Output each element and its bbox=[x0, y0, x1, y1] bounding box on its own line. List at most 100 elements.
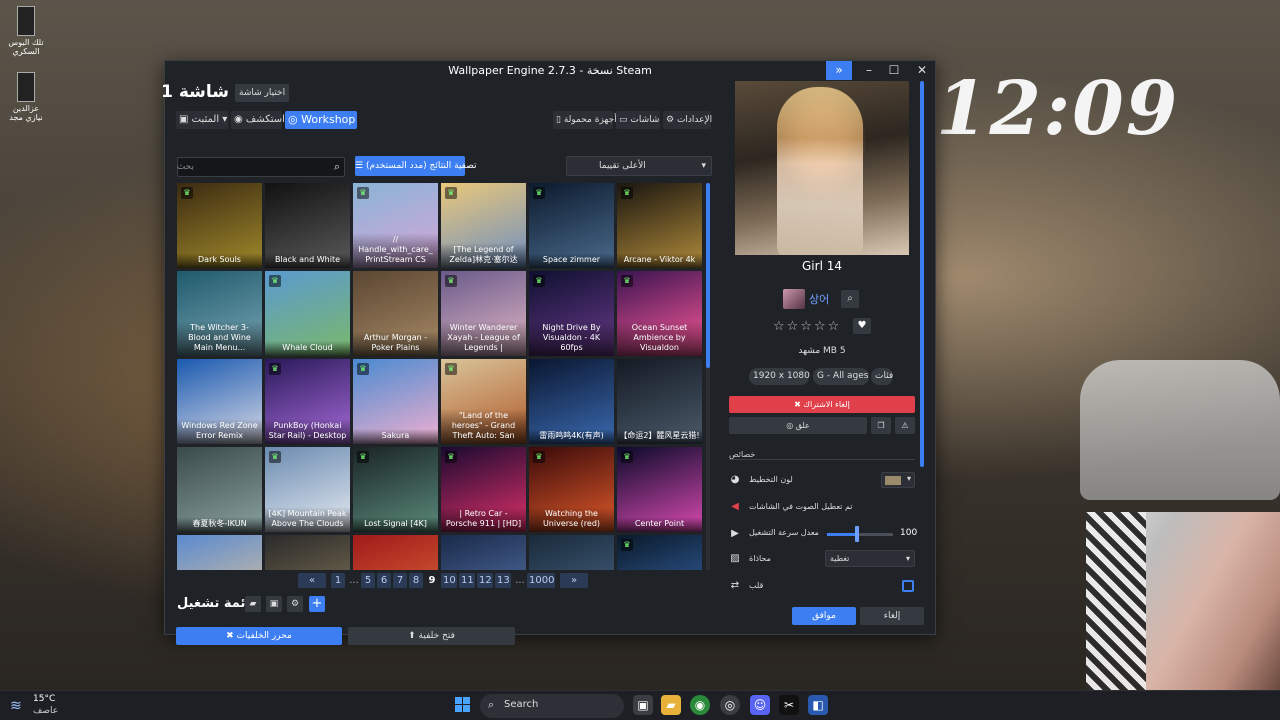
desktop-icon-1[interactable]: تلك البوس السكري bbox=[6, 6, 46, 57]
playlist-save-button[interactable]: ▣ bbox=[266, 596, 282, 612]
playlist-open-button[interactable]: ▰ bbox=[245, 596, 261, 612]
playlist-settings-button[interactable]: ⚙ bbox=[287, 596, 303, 612]
wallpaper-tile[interactable]: ♛ Watching the Universe (red) bbox=[529, 447, 614, 532]
page-number-button[interactable]: 5 bbox=[361, 573, 375, 588]
wallpaper-tile[interactable]: ♛ PunkBoy (Honkai Star Rail) - Desktop bbox=[265, 359, 350, 444]
wallpaper-tile[interactable]: Windows Red Zone Error Remix bbox=[177, 359, 262, 444]
wallpaper-tile[interactable]: ♛ [4K] Mountain Peak Above The Clouds bbox=[265, 447, 350, 532]
tab-installed[interactable]: ▣ المثبت ▾ bbox=[176, 111, 228, 129]
wallpaper-tile[interactable]: 雷雨鸣鸣4K(有声) bbox=[529, 359, 614, 444]
page-next-button[interactable]: » bbox=[560, 573, 588, 588]
wallpaper-tile[interactable]: ♛ Lost Signal [4K] bbox=[353, 447, 438, 532]
wallpaper-tile[interactable] bbox=[265, 535, 350, 570]
grid-scrollbar-thumb[interactable] bbox=[706, 183, 710, 368]
maximize-button[interactable]: ☐ bbox=[882, 61, 906, 80]
wallpaper-tile[interactable]: ♛ [The Legend of Zelda]林克·塞尔达 bbox=[441, 183, 526, 268]
wallpaper-tile[interactable]: ♛ Dark Souls bbox=[177, 183, 262, 268]
sort-value: الأعلى تقييما bbox=[599, 161, 646, 171]
cancel-button[interactable]: إلغاء bbox=[860, 607, 924, 625]
file-explorer-icon[interactable]: ▰ bbox=[661, 695, 681, 715]
close-button[interactable]: ✕ bbox=[910, 61, 934, 80]
wallpaper-tile[interactable]: The Witcher 3- Blood and Wine Main Menu.… bbox=[177, 271, 262, 356]
alignment-select[interactable]: تغطية bbox=[825, 550, 915, 567]
minimize-button[interactable]: – bbox=[857, 61, 881, 80]
unsubscribe-button[interactable]: ✖ إلغاء الاشتراك bbox=[729, 396, 915, 413]
wallpaper-tile-title: | Retro Car - Porsche 911 | [HD] bbox=[441, 507, 526, 532]
wallpaper-tile[interactable]: ♛ Center Point bbox=[617, 447, 702, 532]
open-wallpaper-button[interactable]: ⬆ فتح خلفية bbox=[348, 627, 515, 645]
chrome-icon[interactable]: ◉ bbox=[690, 695, 710, 715]
playback-rate-slider-handle[interactable] bbox=[855, 526, 859, 542]
rating-stars[interactable]: ☆☆☆☆☆ bbox=[773, 319, 841, 334]
wallpaper-tile-title: Whale Cloud bbox=[265, 341, 350, 356]
page-number-button[interactable]: 6 bbox=[377, 573, 391, 588]
wallpaper-tile[interactable]: ♛ Arcane - Viktor 4k bbox=[617, 183, 702, 268]
page-number-button[interactable]: 9 bbox=[425, 573, 439, 588]
wallpaper-tile[interactable]: ♛ "Land of the heroes" - Grand Theft Auto… bbox=[441, 359, 526, 444]
favorite-button[interactable]: ♥ bbox=[853, 318, 871, 334]
playlist-add-button[interactable]: + bbox=[309, 596, 325, 612]
tab-workshop[interactable]: ◎ Workshop bbox=[285, 111, 357, 129]
details-scrollbar[interactable] bbox=[920, 81, 924, 467]
wallpaper-tile[interactable]: ♛ | Retro Car - Porsche 911 | [HD] bbox=[441, 447, 526, 532]
search-icon[interactable]: ⌕ bbox=[334, 160, 340, 174]
author-search-button[interactable]: ⌕ bbox=[841, 290, 859, 308]
collapse-panel-button[interactable]: » bbox=[826, 61, 852, 80]
screens-button[interactable]: ▭ شاشات bbox=[616, 111, 660, 129]
ok-button[interactable]: موافق bbox=[792, 607, 856, 625]
wallpaper-tile[interactable] bbox=[441, 535, 526, 570]
start-button[interactable] bbox=[455, 697, 471, 713]
search-input[interactable]: بحث bbox=[177, 162, 194, 172]
mobile-devices-button[interactable]: ▯ أجهزة محمولة bbox=[553, 111, 617, 129]
scheme-color-picker[interactable] bbox=[881, 472, 915, 488]
mobile-devices-label: أجهزة محمولة bbox=[563, 115, 617, 125]
wallpaper-tile[interactable]: ♛ // Handle_with_care_ PrintStream CS bbox=[353, 183, 438, 268]
wallpaper-tile[interactable]: 春夏秋冬-IKUN bbox=[177, 447, 262, 532]
wallpaper-tile[interactable]: Arthur Morgan - Poker Plains bbox=[353, 271, 438, 356]
wallpaper-tile[interactable]: 【命运2】麓风星云猎! bbox=[617, 359, 702, 444]
wallpaper-tile[interactable] bbox=[353, 535, 438, 570]
copy-button[interactable]: ❐ bbox=[871, 417, 891, 434]
wallpaper-tile[interactable]: ♛ Ocean Sunset Ambience by Visualdon bbox=[617, 271, 702, 356]
wallpaper-tile[interactable]: ♛ Winter Wanderer Xayah - League of Legen… bbox=[441, 271, 526, 356]
avatar[interactable] bbox=[783, 289, 805, 309]
wallpaper-tile[interactable] bbox=[529, 535, 614, 570]
wallpaper-tile-title: [The Legend of Zelda]林克·塞尔达 bbox=[441, 243, 526, 268]
author-name[interactable]: 상어 bbox=[809, 291, 829, 307]
task-view-icon[interactable]: ▣ bbox=[633, 695, 653, 715]
page-prev-button[interactable]: « bbox=[298, 573, 326, 588]
wallpaper-editor-button[interactable]: ✖ محرر الخلفيات bbox=[176, 627, 342, 645]
page-number-button[interactable]: 12 bbox=[477, 573, 493, 588]
wallpaper-tile[interactable]: ♛ bbox=[617, 535, 702, 570]
capcut-icon[interactable]: ✂ bbox=[779, 695, 799, 715]
discord-icon[interactable]: ☺ bbox=[750, 695, 770, 715]
wallpaper-tile[interactable]: ♛ Space zimmer bbox=[529, 183, 614, 268]
wallpaper-tile[interactable]: ♛ Night Drive By Visualdon - 4K 60fps bbox=[529, 271, 614, 356]
wallpaper-tile[interactable]: ♛ Whale Cloud bbox=[265, 271, 350, 356]
wallpaper-tile[interactable]: ♛ Sakura bbox=[353, 359, 438, 444]
page-number-button[interactable]: 13 bbox=[495, 573, 511, 588]
wallpaper-tile[interactable] bbox=[177, 535, 262, 570]
search-box[interactable]: بحث ⌕ bbox=[177, 157, 345, 177]
taskbar-search[interactable]: ⌕ Search bbox=[480, 694, 624, 718]
wallpaper-tile[interactable]: Black and White bbox=[265, 183, 350, 268]
choose-screen-button[interactable]: اختيار شاشة bbox=[235, 84, 290, 102]
tab-discover[interactable]: ◉ استكشف bbox=[231, 111, 285, 129]
wallpaper-car-shape bbox=[1080, 360, 1280, 500]
page-number-button[interactable]: 7 bbox=[393, 573, 407, 588]
flip-checkbox[interactable] bbox=[902, 580, 914, 592]
wallpaper-engine-icon[interactable]: ◧ bbox=[808, 695, 828, 715]
tags-badge[interactable]: فئات bbox=[871, 368, 893, 385]
filter-results-button[interactable]: ☰ تصفية النتائج (مدد المستخدم) bbox=[355, 156, 477, 176]
report-button[interactable]: ⚠ bbox=[895, 417, 915, 434]
comment-button[interactable]: ◎ علق bbox=[729, 417, 867, 434]
page-number-button[interactable]: 1 bbox=[331, 573, 345, 588]
obs-icon[interactable]: ◎ bbox=[720, 695, 740, 715]
page-number-button[interactable]: 11 bbox=[459, 573, 475, 588]
desktop-icon-2[interactable]: عزالدين نيازي مجد bbox=[6, 72, 46, 123]
page-number-button[interactable]: 10 bbox=[441, 573, 457, 588]
sort-select[interactable]: الأعلى تقييما ▾ bbox=[566, 156, 712, 176]
settings-button[interactable]: ⚙ الإعدادات bbox=[663, 111, 712, 129]
page-number-button[interactable]: 8 bbox=[409, 573, 423, 588]
page-number-button[interactable]: 1000 bbox=[527, 573, 555, 588]
